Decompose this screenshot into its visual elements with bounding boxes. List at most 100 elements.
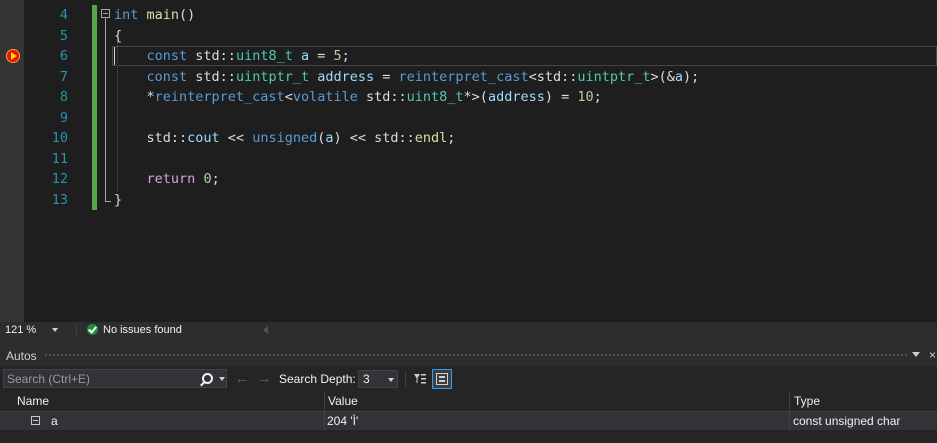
autos-panel-header: Autos × <box>0 346 937 366</box>
panel-grip[interactable] <box>44 353 909 358</box>
code-editor[interactable]: 4 int main() 5{6 const std::uint8_t a = 5;… <box>0 0 937 322</box>
code-line[interactable]: 6 const std::uint8_t a = 5; <box>0 46 937 66</box>
code-token: ); <box>683 68 700 85</box>
editor-status-bar: 121 % No issues found <box>0 322 937 338</box>
pin-icon[interactable] <box>912 352 920 357</box>
code-token: a <box>300 48 310 64</box>
column-divider[interactable] <box>789 392 790 412</box>
grid-empty-area <box>0 430 937 443</box>
code-token: uintptr_t <box>577 68 651 85</box>
code-text[interactable]: const std::uint8_t a = 5; <box>114 46 350 66</box>
code-token: uint8_t <box>406 89 464 105</box>
line-number: 13 <box>51 191 68 208</box>
code-token: *>( <box>463 89 488 105</box>
code-text[interactable]: *reinterpret_cast<volatile std::uint8_t*… <box>114 87 602 107</box>
column-divider <box>789 412 790 430</box>
chevron-down-icon[interactable] <box>219 377 225 381</box>
line-number: 10 <box>51 130 68 146</box>
issues-status[interactable]: No issues found <box>103 322 182 338</box>
code-token: cout <box>187 130 220 146</box>
code-token: volatile <box>292 89 358 105</box>
search-input[interactable] <box>7 371 192 386</box>
code-token: { <box>114 27 123 44</box>
line-number: 8 <box>59 89 68 105</box>
code-token: uint8_t <box>235 48 293 64</box>
variable-type: const unsigned char <box>793 414 901 428</box>
code-token: () <box>179 7 196 23</box>
code-token: 5 <box>333 48 342 64</box>
search-depth-label: Search Depth: <box>279 372 356 386</box>
line-number: 11 <box>51 150 68 167</box>
variable-value[interactable]: 204 'Ì' <box>327 412 358 430</box>
code-token: 0 <box>203 171 212 187</box>
column-name-header[interactable]: Name <box>17 392 49 412</box>
filter-icon[interactable] <box>412 371 428 387</box>
status-separator <box>76 324 77 336</box>
chevron-down-icon[interactable] <box>52 328 58 332</box>
code-token: a <box>325 130 334 146</box>
code-token: ) << std:: <box>333 130 415 146</box>
code-token: = <box>309 48 334 64</box>
autos-title[interactable]: Autos <box>6 349 37 363</box>
code-text[interactable]: int main() <box>114 5 195 25</box>
chevron-down-icon <box>388 378 394 382</box>
column-value-header[interactable]: Value <box>328 392 358 412</box>
code-token: std:: <box>114 130 188 146</box>
magnifier-icon[interactable] <box>202 373 213 384</box>
code-line[interactable]: 5{ <box>0 26 937 46</box>
code-token: unsigned <box>252 130 318 146</box>
hex-display-button[interactable] <box>432 369 452 389</box>
search-depth-value: 3 <box>363 372 370 386</box>
code-token: ; <box>341 48 350 64</box>
line-number: 12 <box>51 171 68 187</box>
code-token: < <box>284 89 293 105</box>
code-line[interactable]: 8 *reinterpret_cast<volatile std::uint8_… <box>0 87 937 107</box>
code-text[interactable]: std::cout << unsigned(a) << std::endl; <box>114 128 456 148</box>
code-line[interactable]: 10 std::cout << unsigned(a) << std::endl… <box>0 128 937 148</box>
arrow-left-icon[interactable]: ← <box>235 370 249 386</box>
line-number: 6 <box>59 48 68 64</box>
code-text[interactable]: } <box>114 190 122 210</box>
code-line[interactable]: 12 return 0; <box>0 169 937 189</box>
scroll-left-icon[interactable] <box>263 326 268 334</box>
line-number: 5 <box>59 27 68 44</box>
zoom-level[interactable]: 121 % <box>5 322 36 338</box>
code-line[interactable]: 9 <box>0 108 937 128</box>
code-line[interactable]: 4 int main() <box>0 5 937 25</box>
table-row[interactable]: a 204 'Ì' const unsigned char <box>0 412 937 430</box>
code-token: std:: <box>187 48 236 64</box>
code-text[interactable]: return 0; <box>114 169 220 189</box>
column-divider <box>324 412 325 430</box>
code-token: <std:: <box>528 68 578 85</box>
arrow-right-icon[interactable]: → <box>257 370 271 386</box>
search-depth-select[interactable]: 3 <box>358 370 398 388</box>
line-number: 9 <box>59 109 68 126</box>
autos-grid-header: Name Value Type <box>0 392 937 412</box>
column-type-header[interactable]: Type <box>794 392 820 412</box>
code-token: address <box>317 68 375 85</box>
code-text[interactable]: { <box>114 26 122 46</box>
search-box <box>3 369 227 388</box>
code-line[interactable]: 7 const std::uintptr_t address = reinter… <box>0 67 937 87</box>
line-number: 7 <box>59 68 68 85</box>
code-token: endl <box>414 130 448 146</box>
code-token: ; <box>593 89 602 105</box>
code-line[interactable]: 11 <box>0 149 937 169</box>
code-token: reinterpret_cast <box>154 89 285 105</box>
code-token: return <box>146 171 196 187</box>
expand-icon[interactable] <box>31 416 40 425</box>
code-line[interactable]: 13} <box>0 190 937 210</box>
code-token: a <box>674 68 684 85</box>
code-token: const <box>146 48 188 64</box>
code-token: main <box>146 7 180 23</box>
column-divider[interactable] <box>324 392 325 412</box>
autos-toolbar: ← → Search Depth: 3 <box>0 366 937 392</box>
code-text[interactable]: const std::uintptr_t address = reinterpr… <box>114 67 700 87</box>
code-token: * <box>114 89 155 105</box>
panel-splitter[interactable] <box>0 338 937 346</box>
close-icon[interactable]: × <box>929 348 936 362</box>
hex-display-icon <box>436 373 448 385</box>
code-token: std:: <box>357 89 407 105</box>
